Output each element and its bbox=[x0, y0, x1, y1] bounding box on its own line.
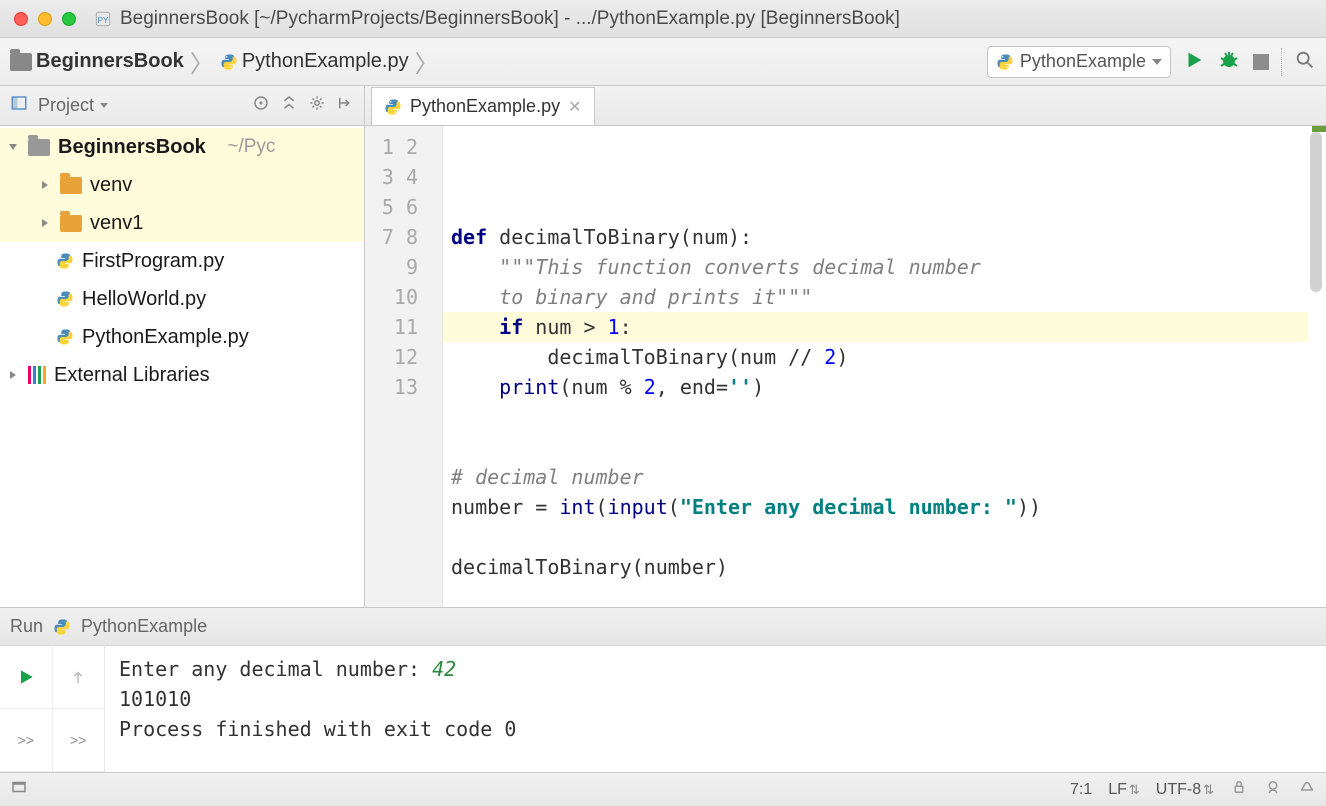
tree-item-folder[interactable]: venv1 bbox=[0, 204, 364, 242]
expand-arrow-icon[interactable] bbox=[6, 370, 20, 380]
expand-arrow-icon[interactable] bbox=[38, 218, 52, 228]
window-title: BeginnersBook [~/PycharmProjects/Beginne… bbox=[120, 8, 900, 30]
python-file-icon bbox=[56, 252, 74, 270]
chevron-down-icon bbox=[1152, 59, 1162, 65]
python-file-icon bbox=[996, 53, 1014, 71]
line-separator[interactable]: LF bbox=[1108, 781, 1140, 799]
caret-position[interactable]: 7:1 bbox=[1070, 781, 1092, 799]
svg-text:PY: PY bbox=[97, 15, 109, 24]
folder-icon bbox=[60, 177, 82, 194]
hide-tool-icon[interactable] bbox=[336, 94, 354, 117]
breadcrumb-separator: 〉 bbox=[413, 44, 441, 79]
run-button[interactable] bbox=[1183, 49, 1205, 74]
tree-root-name: BeginnersBook bbox=[58, 136, 206, 159]
navigation-toolbar: BeginnersBook 〉 PythonExample.py 〉 Pytho… bbox=[0, 38, 1326, 86]
stop-button[interactable] bbox=[1253, 54, 1269, 70]
rerun-button[interactable] bbox=[0, 646, 53, 709]
tree-item-folder[interactable]: venv bbox=[0, 166, 364, 204]
file-encoding[interactable]: UTF-8 bbox=[1156, 781, 1214, 799]
run-toolbar: >> >> bbox=[0, 646, 105, 772]
breadcrumb-file[interactable]: PythonExample.py bbox=[242, 50, 409, 73]
lock-icon[interactable] bbox=[1230, 778, 1248, 801]
status-bar: 7:1 LF UTF-8 bbox=[0, 772, 1326, 806]
tree-item-file[interactable]: FirstProgram.py bbox=[0, 242, 364, 280]
python-file-icon bbox=[56, 328, 74, 346]
more-button[interactable]: >> bbox=[0, 709, 53, 772]
tree-item-label: External Libraries bbox=[54, 364, 210, 387]
debug-button[interactable] bbox=[1217, 48, 1241, 75]
tree-item-label: PythonExample.py bbox=[82, 326, 249, 349]
python-file-icon bbox=[53, 618, 71, 636]
run-tool-header: Run PythonExample bbox=[0, 608, 1326, 646]
tree-item-label: venv bbox=[90, 174, 132, 197]
scroll-from-source-icon[interactable] bbox=[252, 94, 270, 117]
code-text[interactable]: def decimalToBinary(num): """This functi… bbox=[443, 126, 1326, 607]
search-button[interactable] bbox=[1294, 49, 1316, 74]
line-gutter: 1 2 3 4 5 6 7 8 9 10 11 12 13 bbox=[365, 126, 443, 607]
project-tool-label[interactable]: Project bbox=[38, 95, 94, 116]
editor-tabs: PythonExample.py ✕ bbox=[365, 86, 595, 125]
zoom-window-button[interactable] bbox=[62, 12, 76, 26]
marker[interactable] bbox=[1312, 126, 1326, 132]
minimize-window-button[interactable] bbox=[38, 12, 52, 26]
more-button[interactable]: >> bbox=[53, 709, 105, 772]
collapse-all-icon[interactable] bbox=[280, 94, 298, 117]
tree-item-file[interactable]: PythonExample.py bbox=[0, 318, 364, 356]
tree-root-path: ~/Pyc bbox=[227, 136, 275, 158]
editor-tab-label: PythonExample.py bbox=[410, 96, 560, 117]
tree-item-file[interactable]: HelloWorld.py bbox=[0, 280, 364, 318]
run-configuration-selector[interactable]: PythonExample bbox=[987, 46, 1171, 78]
tree-external-libraries[interactable]: External Libraries bbox=[0, 356, 364, 394]
close-window-button[interactable] bbox=[14, 12, 28, 26]
title-bar: PY BeginnersBook [~/PycharmProjects/Begi… bbox=[0, 0, 1326, 38]
project-tree: BeginnersBook ~/Pyc venv venv1 FirstProg… bbox=[0, 126, 365, 607]
tool-window-bar: Project PythonExample.py ✕ bbox=[0, 86, 1326, 126]
run-tool-config-name: PythonExample bbox=[81, 616, 207, 637]
up-stack-button[interactable] bbox=[53, 646, 105, 709]
project-view-icon[interactable] bbox=[10, 94, 28, 117]
editor-tab[interactable]: PythonExample.py ✕ bbox=[371, 87, 595, 125]
folder-icon bbox=[28, 139, 50, 156]
inspector-icon[interactable] bbox=[1264, 778, 1282, 801]
tree-item-label: HelloWorld.py bbox=[82, 288, 206, 311]
window-controls bbox=[14, 12, 86, 26]
python-file-icon bbox=[56, 290, 74, 308]
settings-gear-icon[interactable] bbox=[308, 94, 326, 117]
python-file-icon bbox=[220, 53, 238, 71]
project-tool-header: Project bbox=[0, 86, 365, 125]
python-file-icon bbox=[384, 98, 402, 116]
expand-arrow-icon[interactable] bbox=[6, 142, 20, 152]
chevron-down-icon bbox=[100, 103, 108, 108]
console-output[interactable]: Enter any decimal number: 42 101010 Proc… bbox=[105, 646, 1326, 772]
expand-arrow-icon[interactable] bbox=[38, 180, 52, 190]
run-configuration-label: PythonExample bbox=[1020, 51, 1146, 72]
folder-icon bbox=[60, 215, 82, 232]
tree-item-label: venv1 bbox=[90, 212, 143, 235]
code-area[interactable]: 1 2 3 4 5 6 7 8 9 10 11 12 13 def decima… bbox=[365, 126, 1326, 607]
close-tab-icon[interactable]: ✕ bbox=[568, 97, 581, 117]
editor: 1 2 3 4 5 6 7 8 9 10 11 12 13 def decima… bbox=[365, 126, 1326, 607]
main-content: BeginnersBook ~/Pyc venv venv1 FirstProg… bbox=[0, 126, 1326, 607]
folder-icon bbox=[10, 53, 32, 71]
breadcrumb-separator: 〉 bbox=[188, 44, 216, 79]
libraries-icon bbox=[28, 366, 46, 384]
tree-root[interactable]: BeginnersBook ~/Pyc bbox=[0, 128, 364, 166]
notifications-icon[interactable] bbox=[1298, 778, 1316, 801]
tree-item-label: FirstProgram.py bbox=[82, 250, 224, 273]
toolbar-divider bbox=[1281, 48, 1282, 76]
run-tool-window: Run PythonExample >> >> Enter any decima… bbox=[0, 607, 1326, 772]
tool-windows-icon[interactable] bbox=[10, 778, 28, 801]
app-icon: PY bbox=[94, 10, 112, 28]
breadcrumb: BeginnersBook 〉 PythonExample.py 〉 bbox=[10, 44, 441, 79]
breadcrumb-project[interactable]: BeginnersBook bbox=[36, 50, 184, 73]
run-tool-title: Run bbox=[10, 616, 43, 637]
